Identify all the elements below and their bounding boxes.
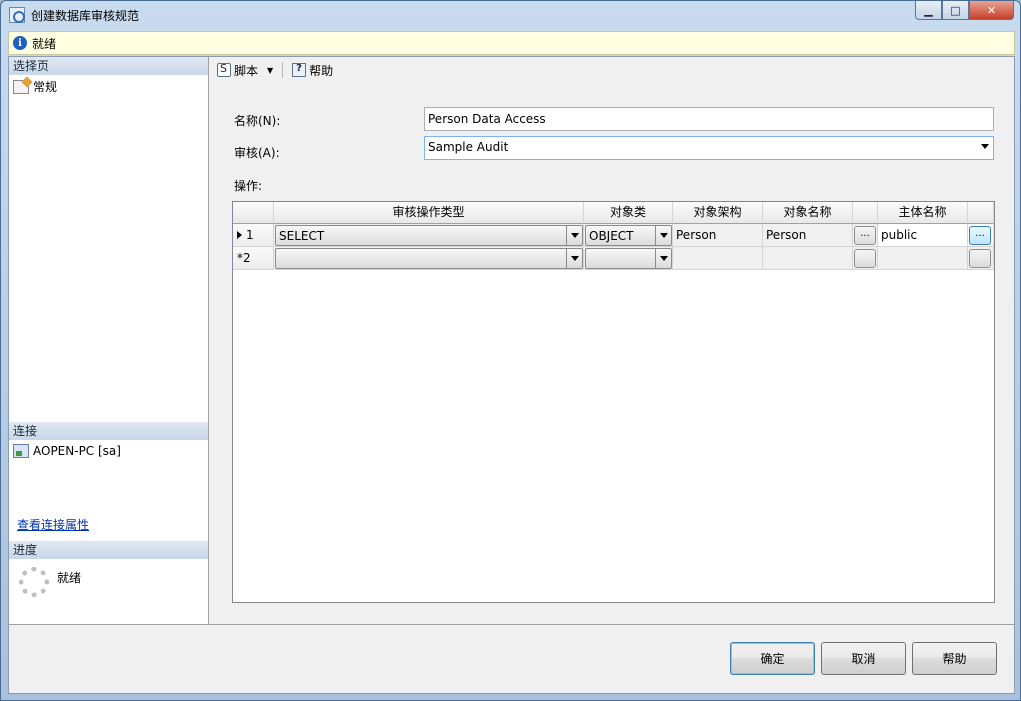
sidebar-item-general[interactable]: 常规: [13, 78, 57, 95]
actions-label: 操作:: [234, 179, 263, 193]
infobar-status-text: 就绪: [32, 36, 57, 51]
help-toolbar-button[interactable]: 帮助: [289, 60, 336, 81]
principal-browse-cell: [968, 247, 994, 270]
progress-status-text: 就绪: [57, 571, 82, 585]
dialog-window: 创建数据库审核规范 ▁ □ ✕ i 就绪 选择页 常规 连接 AOPEN-PC …: [0, 0, 1021, 701]
grid-corner-cell: [233, 202, 274, 224]
col-header-object-name[interactable]: 对象名称: [763, 202, 853, 224]
title-bar[interactable]: 创建数据库审核规范 ▁ □ ✕: [1, 1, 1020, 30]
object-class-combo[interactable]: OBJECT: [585, 225, 672, 246]
col-header-object-schema[interactable]: 对象架构: [673, 202, 763, 224]
browse-principal-button[interactable]: ...: [969, 226, 991, 245]
col-header-action-type[interactable]: 审核操作类型: [274, 202, 584, 224]
cancel-button[interactable]: 取消: [821, 642, 906, 675]
audit-select-value: Sample Audit: [428, 140, 509, 154]
action-type-cell: SELECT: [274, 224, 584, 247]
chevron-down-icon[interactable]: [655, 226, 671, 245]
name-label: 名称(N):: [234, 114, 281, 128]
row-number: 1: [246, 228, 254, 242]
maximize-button[interactable]: □: [942, 1, 969, 20]
object-schema-cell[interactable]: Person: [673, 224, 763, 247]
chevron-down-icon[interactable]: ▼: [267, 66, 273, 75]
object-name-cell[interactable]: [763, 247, 853, 270]
audit-label: 审核(A):: [234, 146, 280, 160]
action-type-cell: [274, 247, 584, 270]
name-field[interactable]: [424, 107, 994, 131]
col-header-blank: [853, 202, 878, 224]
object-schema-cell[interactable]: [673, 247, 763, 270]
ok-button[interactable]: 确定: [730, 642, 815, 675]
close-icon: ✕: [986, 3, 997, 17]
main-panel: 脚本 ▼ 帮助 名称(N): 审核(A): Sample Audit 操作:: [210, 57, 1014, 624]
object-class-combo[interactable]: [585, 248, 672, 269]
window-title: 创建数据库审核规范: [31, 9, 140, 23]
help-icon: [292, 63, 307, 77]
browse-principal-button[interactable]: [969, 249, 991, 268]
status-infobar: i 就绪: [8, 31, 1015, 55]
chevron-down-icon[interactable]: [655, 249, 671, 268]
view-connection-properties-link[interactable]: 查看连接属性: [17, 516, 89, 533]
principal-name-cell[interactable]: [878, 247, 968, 270]
general-page-icon: [13, 79, 29, 94]
current-row-arrow-icon: [237, 231, 242, 239]
toolbar-separator: [282, 62, 284, 78]
col-header-principal-name[interactable]: 主体名称: [878, 202, 968, 224]
actions-grid: 审核操作类型 对象类 对象架构 对象名称 主体名称 1 SELECT OBJEC…: [232, 201, 995, 603]
browse-object-button[interactable]: ...: [854, 226, 876, 245]
action-type-combo[interactable]: [275, 248, 583, 269]
select-page-header: 选择页: [9, 57, 208, 75]
object-class-cell: OBJECT: [584, 224, 673, 247]
object-class-cell: [584, 247, 673, 270]
sidebar-item-label: 常规: [33, 80, 58, 94]
script-button[interactable]: 脚本 ▼: [214, 60, 276, 81]
toolbar: 脚本 ▼ 帮助: [210, 57, 1014, 83]
chevron-down-icon: [981, 144, 989, 149]
row-header[interactable]: 1: [233, 224, 274, 247]
close-button[interactable]: ✕: [969, 1, 1014, 20]
minimize-icon: ▁: [924, 3, 933, 17]
principal-browse-cell: ...: [968, 224, 994, 247]
grid-header-row: 审核操作类型 对象类 对象架构 对象名称 主体名称: [233, 202, 994, 224]
info-icon: i: [13, 36, 27, 50]
browse-object-button[interactable]: [854, 249, 876, 268]
dialog-footer: 确定 取消 帮助: [9, 624, 1014, 693]
chevron-down-icon[interactable]: [566, 226, 582, 245]
minimize-button[interactable]: ▁: [915, 1, 942, 20]
progress-spinner-icon: [19, 567, 49, 597]
connection-server-label: AOPEN-PC [sa]: [33, 444, 121, 458]
col-header-object-class[interactable]: 对象类: [584, 202, 673, 224]
dialog-client-area: 选择页 常规 连接 AOPEN-PC [sa] 查看连接属性 进度 就绪 脚本 …: [8, 56, 1015, 694]
chevron-down-icon[interactable]: [566, 249, 582, 268]
connection-server: AOPEN-PC [sa]: [13, 444, 121, 458]
principal-name-cell[interactable]: public: [878, 224, 968, 247]
maximize-icon: □: [950, 3, 961, 17]
help-button[interactable]: 帮助: [912, 642, 997, 675]
action-type-combo[interactable]: SELECT: [275, 225, 583, 246]
row-header[interactable]: *2: [233, 247, 274, 270]
object-browse-cell: ...: [853, 224, 878, 247]
connection-header: 连接: [9, 422, 208, 440]
script-icon: [217, 62, 231, 77]
audit-select[interactable]: Sample Audit: [424, 136, 994, 160]
audit-app-icon: [9, 7, 25, 23]
script-label: 脚本: [234, 63, 259, 78]
progress-header: 进度: [9, 541, 208, 559]
server-icon: [13, 444, 29, 458]
help-label: 帮助: [309, 63, 334, 78]
sidebar: 选择页 常规 连接 AOPEN-PC [sa] 查看连接属性 进度 就绪: [9, 57, 209, 624]
row-number: 2: [243, 251, 251, 265]
object-browse-cell: [853, 247, 878, 270]
col-header-blank: [968, 202, 994, 224]
action-type-value: SELECT: [279, 229, 325, 243]
object-name-cell[interactable]: Person: [763, 224, 853, 247]
object-class-value: OBJECT: [589, 229, 634, 243]
